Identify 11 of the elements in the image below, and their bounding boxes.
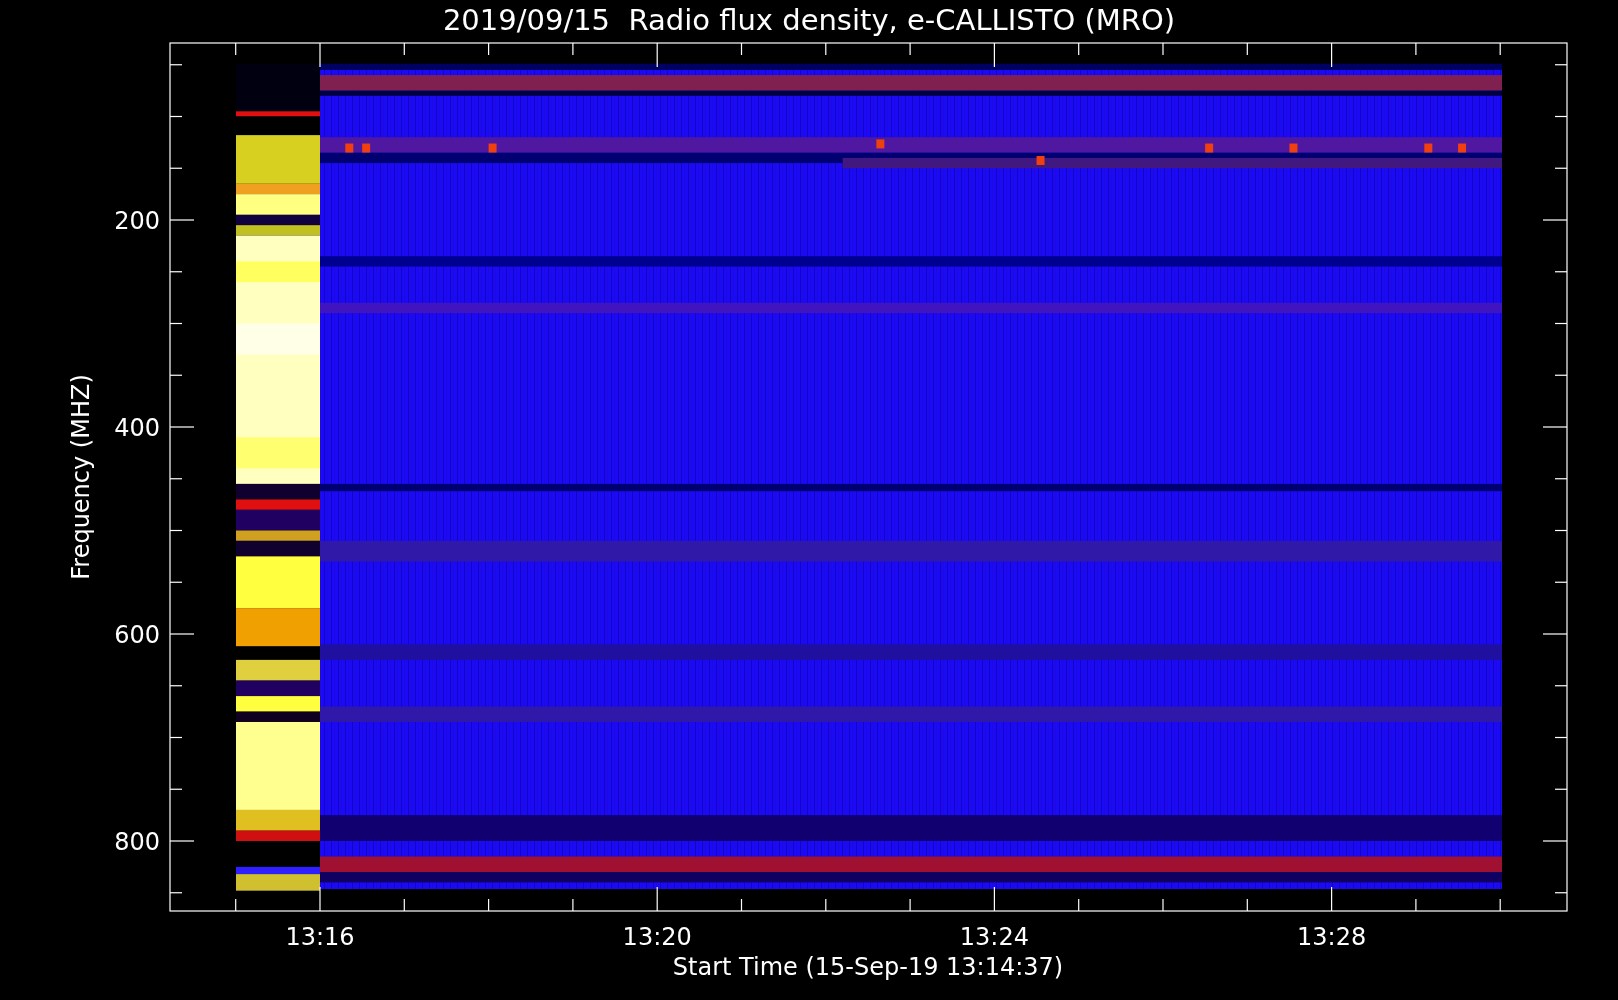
tick-label: 13:16 bbox=[285, 923, 355, 951]
tick-label: 13:24 bbox=[959, 923, 1029, 951]
tick-label: 13:28 bbox=[1297, 923, 1367, 951]
chart-title: 2019/09/15 Radio flux density, e-CALLISTO (MRO) bbox=[442, 3, 1176, 37]
axis-label: Frequency (MHZ) bbox=[67, 374, 95, 580]
axis-label: Start Time (15-Sep-19 13:14:37) bbox=[672, 953, 1064, 981]
tick-label: 400 bbox=[114, 414, 160, 442]
tick-label: 200 bbox=[114, 207, 160, 235]
tick-label: 13:20 bbox=[622, 923, 692, 951]
tick-label: 800 bbox=[114, 828, 160, 856]
tick-label: 600 bbox=[114, 621, 160, 649]
